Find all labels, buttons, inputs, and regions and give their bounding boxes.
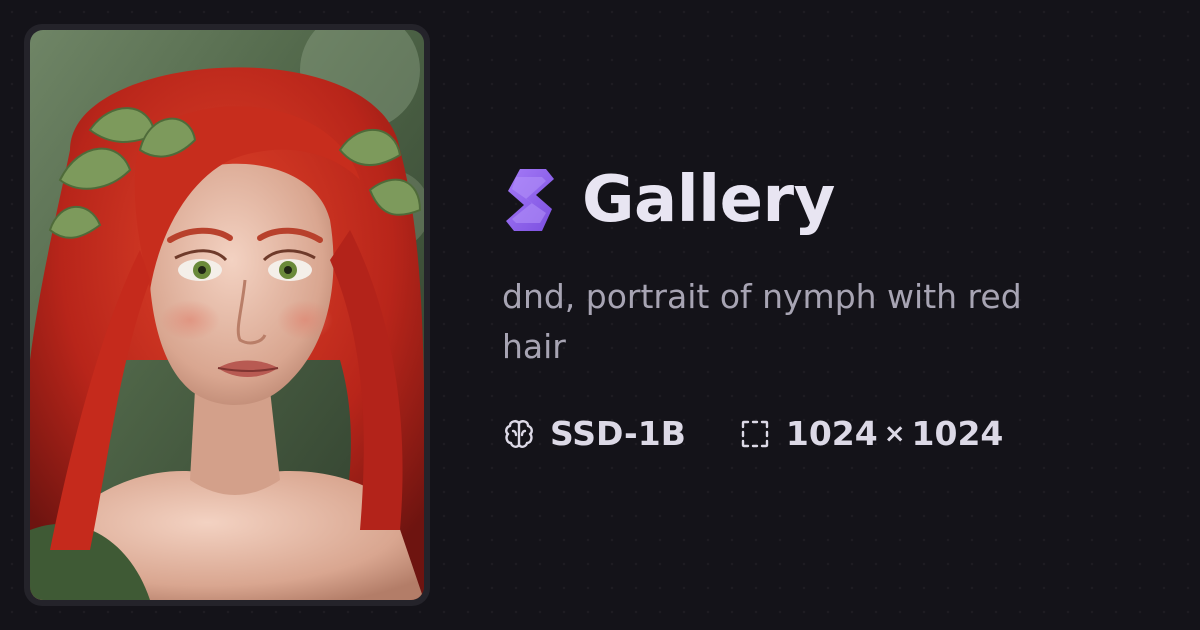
model-label: SSD-1B [550, 414, 686, 453]
image-prompt: dnd, portrait of nymph with red hair [502, 277, 1022, 366]
brain-icon [505, 420, 533, 448]
generated-image[interactable] [30, 30, 424, 600]
gallery-info: Gallery dnd, portrait of nymph with red … [502, 160, 1122, 456]
stability-logo-icon [506, 169, 554, 231]
image-width: 1024 [785, 414, 878, 453]
title-row: Gallery [502, 160, 1122, 240]
model-info: SSD-1B [502, 412, 686, 456]
selection-frame-icon [741, 420, 769, 448]
preview-card[interactable] [24, 24, 430, 606]
page-title: Gallery [582, 163, 835, 237]
image-meta: SSD-1B 1024 × 1024 [502, 412, 1122, 456]
dimensions-info: 1024 × 1024 [738, 412, 1004, 456]
image-height: 1024 [911, 414, 1004, 453]
dimension-separator: × [883, 419, 906, 449]
